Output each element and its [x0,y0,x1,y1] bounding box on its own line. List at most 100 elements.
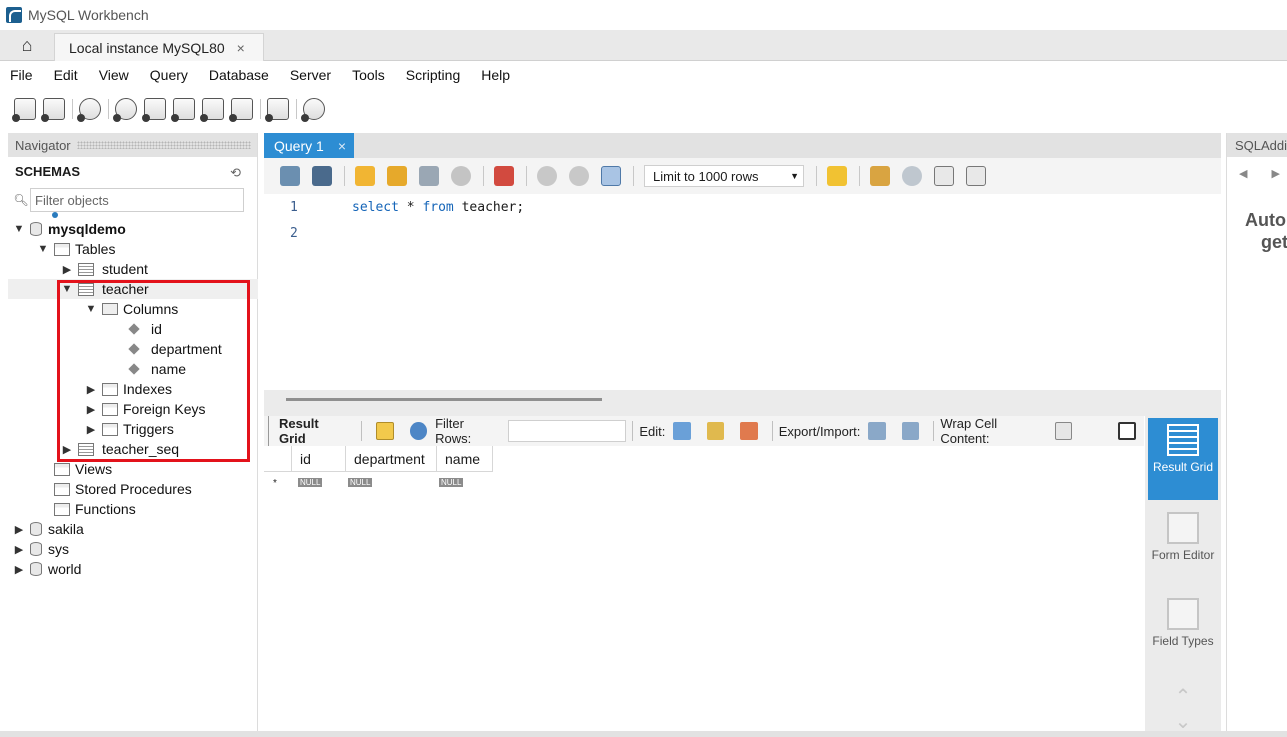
menu-view[interactable]: View [99,67,129,83]
statement-marker-icon [52,212,58,218]
grid-column-header-department[interactable]: department [346,446,437,472]
editor-result-splitter[interactable] [264,390,1221,416]
tree-label: Views [75,461,113,477]
autocommit-icon[interactable] [601,166,621,186]
tree-item-tables[interactable]: ▼ Tables [36,239,116,259]
sql-additions-nav: ◀ ▶ [1227,157,1287,189]
grid-column-header-name[interactable]: name [437,446,493,472]
reconnect-icon[interactable] [301,98,325,122]
home-tab[interactable]: ⌂ [0,30,54,61]
close-icon[interactable]: × [338,138,346,154]
sql-editor[interactable]: 1 2 select * from teacher; [264,194,1221,390]
explain-icon[interactable] [419,166,439,186]
connection-tab[interactable]: Local instance MySQL80 × [54,33,264,61]
forward-arrow-icon[interactable]: ▶ [1271,167,1279,180]
toolbar-separator [483,166,484,186]
scroll-arrows-icon[interactable]: ⌃ ⌄ [1148,684,1218,733]
create-procedure-icon[interactable] [200,98,224,122]
delete-row-icon[interactable] [740,422,758,440]
tree-item-functions[interactable]: Functions [50,499,136,519]
expand-arrow-icon[interactable]: ▼ [36,243,50,255]
back-arrow-icon[interactable]: ◀ [1239,167,1247,180]
menu-file[interactable]: File [10,67,33,83]
tree-item-world[interactable]: ▶ world [12,559,82,579]
close-icon[interactable]: × [237,40,245,56]
toolbar-separator [260,99,261,119]
wrap-cell-icon[interactable] [1054,422,1073,440]
menu-server[interactable]: Server [290,67,331,83]
open-file-icon[interactable] [280,166,300,186]
grid-cell[interactable]: NULL [348,473,373,491]
code-line[interactable]: select * from teacher; [352,200,524,215]
form-editor-button[interactable]: Form Editor [1148,506,1218,588]
expand-arrow-icon[interactable]: ▶ [12,563,26,576]
connection-tab-bar: ⌂ Local instance MySQL80 × [0,30,1287,61]
tree-label: student [102,261,148,277]
wrap-lines-icon[interactable] [966,166,986,186]
menu-edit[interactable]: Edit [54,67,78,83]
new-sql-tab-icon[interactable] [12,98,36,122]
insert-row-icon[interactable] [706,422,725,440]
refresh-icon[interactable] [409,422,428,440]
create-function-icon[interactable] [229,98,253,122]
commit-icon[interactable] [537,166,557,186]
tree-item-mysqldemo[interactable]: ▼ mysqldemo [12,219,126,239]
beautify-icon[interactable] [870,166,890,186]
import-icon[interactable] [901,422,920,440]
expand-arrow-icon[interactable]: ▶ [60,263,74,276]
filter-rows-input[interactable] [507,420,627,442]
result-toolbar: Result Grid Filter Rows: Edit: Export/Im… [264,416,1144,446]
stop-on-error-icon[interactable] [494,166,514,186]
inspector-icon[interactable] [77,98,101,122]
field-types-button[interactable]: Field Types [1148,592,1218,674]
grid-cell[interactable]: NULL [439,473,464,491]
tree-item-sys[interactable]: ▶ sys [12,539,69,559]
execute-icon[interactable] [355,166,375,186]
tree-item-stored-procedures[interactable]: Stored Procedures [50,479,192,499]
expand-arrow-icon[interactable]: ▶ [12,523,26,536]
tree-item-sakila[interactable]: ▶ sakila [12,519,84,539]
field-types-button-label: Field Types [1152,634,1214,648]
refresh-icon[interactable]: ⟲ [230,165,241,181]
toolbar-separator [296,99,297,119]
create-table-icon[interactable] [142,98,166,122]
create-view-icon[interactable] [171,98,195,122]
expand-arrow-icon[interactable]: ▼ [12,223,26,235]
add-snippet-icon[interactable] [827,166,847,186]
tree-item-student[interactable]: ▶ student [60,259,148,279]
query-tab[interactable]: Query 1 × [264,133,354,158]
grid-column-header-id[interactable]: id [292,446,346,472]
save-icon[interactable] [312,166,332,186]
menu-database[interactable]: Database [209,67,269,83]
expand-arrow-icon[interactable]: ▶ [12,543,26,556]
stop-icon[interactable] [451,166,471,186]
menu-help[interactable]: Help [481,67,510,83]
sql-additions-panel: SQLAdditions ◀ ▶ Auto get [1226,133,1287,737]
folder-icon [54,502,70,516]
code-rest: teacher; [453,200,525,215]
menu-scripting[interactable]: Scripting [406,67,460,83]
field-types-icon [1167,598,1199,630]
export-icon[interactable] [868,422,886,440]
limit-rows-select[interactable]: Limit to 1000 rows ▼ [644,165,804,187]
filter-objects-input[interactable] [30,188,244,212]
result-grid[interactable]: id department name * NULL NULL NULL [264,446,1144,737]
result-grid-button[interactable]: Result Grid [1148,418,1218,500]
null-badge: NULL [439,478,464,487]
grid-toggle-icon[interactable] [376,422,394,440]
row-header [264,446,292,472]
execute-current-icon[interactable] [387,166,407,186]
create-schema-icon[interactable] [113,98,137,122]
invisible-chars-icon[interactable] [934,166,954,186]
tree-item-views[interactable]: Views [50,459,112,479]
grid-cell[interactable]: NULL [298,473,323,491]
horizontal-scrollbar[interactable] [286,398,602,401]
rollback-icon[interactable] [569,166,589,186]
menu-tools[interactable]: Tools [352,67,385,83]
menu-query[interactable]: Query [150,67,188,83]
edit-row-icon[interactable] [673,422,691,440]
toggle-panel-icon[interactable] [1118,422,1136,440]
search-table-data-icon[interactable] [265,98,289,122]
open-sql-script-icon[interactable] [41,98,65,122]
find-icon[interactable] [902,166,922,186]
